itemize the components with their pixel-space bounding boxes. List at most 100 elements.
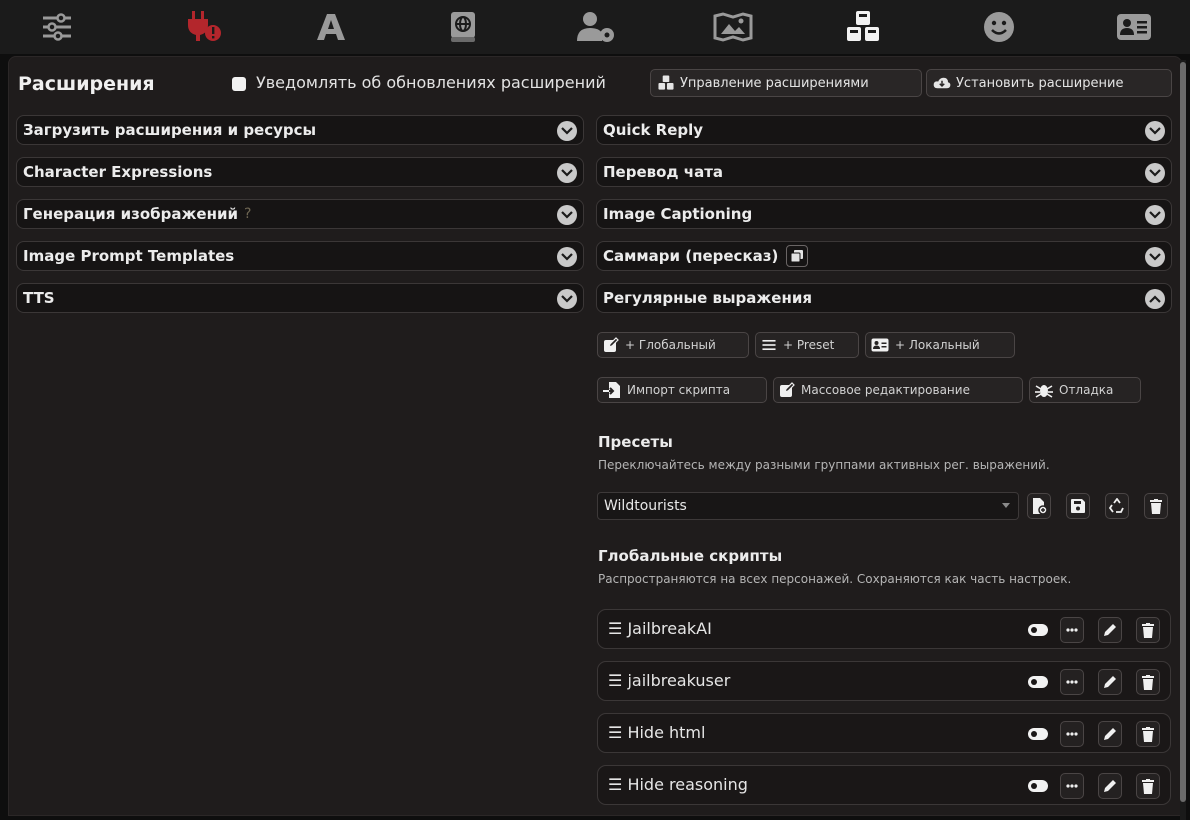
drag-handle-icon[interactable]: ☰: [608, 671, 627, 690]
trash-icon: [1142, 726, 1154, 742]
drawer-image-prompt-templates[interactable]: Image Prompt Templates: [16, 241, 584, 271]
script-toggle[interactable]: [1028, 728, 1048, 740]
add-preset-label: + Preset: [783, 338, 835, 352]
script-item[interactable]: ☰ Hide html: [597, 713, 1171, 753]
import-script-button[interactable]: Импорт скрипта: [597, 377, 767, 403]
trash-icon: [1142, 622, 1154, 638]
drawer-image-captioning[interactable]: Image Captioning: [596, 199, 1172, 229]
smiley-icon[interactable]: [979, 10, 1019, 44]
cubes-icon[interactable]: [843, 10, 883, 44]
recycle-preset-button[interactable]: [1105, 493, 1129, 519]
delete-preset-button[interactable]: [1144, 493, 1168, 519]
script-item[interactable]: ☰ jailbreakuser: [597, 661, 1171, 701]
drag-handle-icon[interactable]: ☰: [608, 775, 627, 794]
save-preset-button[interactable]: [1066, 493, 1090, 519]
chevron-down-icon: [557, 247, 577, 267]
edit-script-button[interactable]: [1098, 617, 1122, 643]
top-navigation-bar: [0, 0, 1190, 54]
drawer-summary[interactable]: Саммари (пересказ): [596, 241, 1172, 271]
import-script-label: Импорт скрипта: [627, 383, 731, 397]
drawer-tts[interactable]: TTS: [16, 283, 584, 313]
chevron-down-icon: [1145, 205, 1165, 225]
drawer-label: Загрузить расширения и ресурсы: [23, 121, 317, 139]
user-gear-icon[interactable]: [577, 10, 617, 44]
edit-script-button[interactable]: [1098, 669, 1122, 695]
more-options-button[interactable]: [1060, 669, 1084, 695]
drag-handle-icon[interactable]: ☰: [608, 619, 627, 638]
script-item[interactable]: ☰ JailbreakAI: [597, 609, 1171, 649]
drawer-regex[interactable]: Регулярные выражения: [596, 283, 1172, 313]
add-local-script-button[interactable]: + Локальный: [865, 332, 1015, 358]
ellipsis-icon: [1066, 784, 1078, 788]
drawer-image-generation[interactable]: Генерация изображений ?: [16, 199, 584, 229]
drawer-label: Image Captioning: [603, 205, 753, 223]
id-card-icon[interactable]: [1114, 10, 1154, 44]
install-extension-label: Установить расширение: [956, 75, 1124, 91]
drawer-label: Перевод чата: [603, 163, 724, 181]
landscape-image-icon[interactable]: [713, 10, 753, 44]
add-preset-script-button[interactable]: + Preset: [755, 332, 859, 358]
script-toggle[interactable]: [1028, 780, 1048, 792]
caret-down-icon: [1002, 503, 1010, 508]
pencil-icon: [1104, 624, 1116, 636]
file-import-icon: [603, 382, 620, 398]
add-global-label: + Глобальный: [625, 338, 716, 352]
book-globe-icon[interactable]: [443, 10, 483, 44]
script-toggle[interactable]: [1028, 624, 1048, 636]
delete-script-button[interactable]: [1136, 773, 1160, 799]
chevron-up-icon: [1145, 289, 1165, 309]
debug-label: Отладка: [1059, 383, 1114, 397]
bulk-edit-button[interactable]: Массовое редактирование: [773, 377, 1023, 403]
file-plus-icon: [1033, 498, 1047, 514]
drawer-load-extensions[interactable]: Загрузить расширения и ресурсы: [16, 115, 584, 145]
global-scripts-title: Глобальные скрипты: [598, 547, 783, 565]
cubes-icon: [658, 75, 674, 90]
drawer-chat-translation[interactable]: Перевод чата: [596, 157, 1172, 187]
drawer-quick-reply[interactable]: Quick Reply: [596, 115, 1172, 145]
scrollbar-thumb[interactable]: [1180, 62, 1186, 802]
drawer-label: Саммари (пересказ): [603, 247, 779, 265]
more-options-button[interactable]: [1060, 617, 1084, 643]
trash-icon: [1142, 778, 1154, 794]
pencil-icon: [1104, 728, 1116, 740]
ellipsis-icon: [1066, 732, 1078, 736]
copy-icon[interactable]: [786, 245, 809, 267]
delete-script-button[interactable]: [1136, 669, 1160, 695]
drag-handle-icon[interactable]: ☰: [608, 723, 627, 742]
script-toggle[interactable]: [1028, 676, 1048, 688]
install-extension-button[interactable]: Установить расширение: [926, 69, 1172, 97]
edit-script-button[interactable]: [1098, 721, 1122, 747]
global-scripts-description: Распространяются на всех персонажей. Сох…: [598, 572, 1072, 586]
help-hint[interactable]: ?: [244, 206, 251, 222]
manage-extensions-button[interactable]: Управление расширениями: [650, 69, 922, 97]
pencil-icon: [1104, 780, 1116, 792]
add-global-script-button[interactable]: + Глобальный: [597, 332, 749, 358]
new-preset-button[interactable]: [1027, 493, 1051, 519]
trash-icon: [1142, 674, 1154, 690]
cloud-download-icon: [933, 77, 951, 89]
font-icon[interactable]: [311, 10, 351, 44]
delete-script-button[interactable]: [1136, 721, 1160, 747]
drawer-character-expressions[interactable]: Character Expressions: [16, 157, 584, 187]
script-name: JailbreakAI: [627, 619, 712, 638]
edit-icon: [780, 382, 795, 397]
edit-icon: [604, 337, 619, 352]
script-item[interactable]: ☰ Hide reasoning: [597, 765, 1171, 805]
debug-button[interactable]: Отладка: [1029, 377, 1141, 403]
ellipsis-icon: [1066, 680, 1078, 684]
drawer-label: Quick Reply: [603, 121, 704, 139]
manage-extensions-label: Управление расширениями: [680, 75, 869, 91]
preset-selected-value: Wildtourists: [604, 498, 687, 514]
delete-script-button[interactable]: [1136, 617, 1160, 643]
chevron-down-icon: [557, 289, 577, 309]
drawer-label: Image Prompt Templates: [23, 247, 235, 265]
more-options-button[interactable]: [1060, 721, 1084, 747]
edit-script-button[interactable]: [1098, 773, 1122, 799]
more-options-button[interactable]: [1060, 773, 1084, 799]
preset-select[interactable]: Wildtourists: [597, 492, 1019, 520]
sliders-icon[interactable]: [37, 10, 77, 44]
plug-icon[interactable]: [184, 10, 224, 44]
id-card-icon: [871, 338, 889, 352]
script-name: jailbreakuser: [627, 671, 731, 690]
notify-updates-checkbox[interactable]: [232, 77, 246, 91]
